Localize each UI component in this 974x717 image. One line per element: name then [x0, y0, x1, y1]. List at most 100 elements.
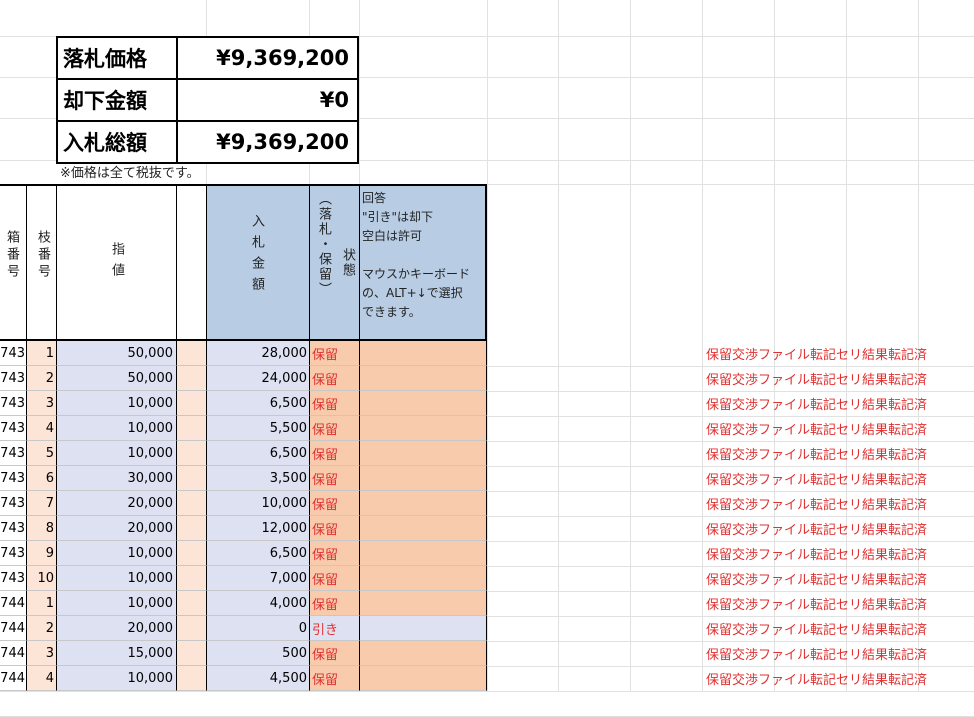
transfer-status-text[interactable]: 保留交渉ファイル転記セリ結果転記済 — [706, 466, 927, 491]
blank-cell[interactable] — [177, 466, 207, 491]
answer-dropdown-cell[interactable] — [360, 341, 487, 366]
box-cell[interactable]: 743 — [0, 491, 27, 516]
header-box-number[interactable]: 箱番号 — [0, 184, 27, 341]
box-cell[interactable]: 744 — [0, 666, 27, 691]
header-blank[interactable] — [177, 184, 207, 341]
limit-price-cell[interactable]: 50,000 — [57, 366, 177, 391]
branch-cell[interactable]: 9 — [27, 541, 57, 566]
table-row[interactable]: 743 5 10,000 6,500 保留 — [0, 441, 487, 466]
limit-price-cell[interactable]: 10,000 — [57, 416, 177, 441]
branch-cell[interactable]: 7 — [27, 491, 57, 516]
table-row[interactable]: 743 9 10,000 6,500 保留 — [0, 541, 487, 566]
answer-dropdown-cell[interactable] — [360, 416, 487, 441]
answer-dropdown-cell[interactable] — [360, 666, 487, 691]
blank-cell[interactable] — [177, 566, 207, 591]
bid-amount-cell[interactable]: 7,000 — [207, 566, 310, 591]
box-cell[interactable]: 743 — [0, 441, 27, 466]
table-row[interactable]: 744 3 15,000 500 保留 — [0, 641, 487, 666]
limit-price-cell[interactable]: 30,000 — [57, 466, 177, 491]
branch-cell[interactable]: 1 — [27, 341, 57, 366]
branch-cell[interactable]: 8 — [27, 516, 57, 541]
branch-cell[interactable]: 3 — [27, 391, 57, 416]
status-cell[interactable]: 保留 — [310, 391, 360, 416]
limit-price-cell[interactable]: 10,000 — [57, 441, 177, 466]
answer-dropdown-cell[interactable] — [360, 366, 487, 391]
header-answer[interactable]: 回答 "引き"は却下 空白は許可 マウスかキーボード の、ALT+↓で選択 でき… — [360, 184, 487, 341]
box-cell[interactable]: 743 — [0, 416, 27, 441]
status-cell[interactable]: 引き — [310, 616, 360, 641]
branch-cell[interactable]: 10 — [27, 566, 57, 591]
status-cell[interactable]: 保留 — [310, 441, 360, 466]
status-cell[interactable]: 保留 — [310, 541, 360, 566]
table-row[interactable]: 743 3 10,000 6,500 保留 — [0, 391, 487, 416]
blank-cell[interactable] — [177, 516, 207, 541]
transfer-status-text[interactable]: 保留交渉ファイル転記セリ結果転記済 — [706, 491, 927, 516]
branch-cell[interactable]: 5 — [27, 441, 57, 466]
branch-cell[interactable]: 1 — [27, 591, 57, 616]
table-row[interactable]: 743 7 20,000 10,000 保留 — [0, 491, 487, 516]
status-cell[interactable]: 保留 — [310, 591, 360, 616]
bid-amount-cell[interactable]: 4,500 — [207, 666, 310, 691]
limit-price-cell[interactable]: 20,000 — [57, 491, 177, 516]
status-cell[interactable]: 保留 — [310, 366, 360, 391]
status-cell[interactable]: 保留 — [310, 416, 360, 441]
bid-amount-cell[interactable]: 3,500 — [207, 466, 310, 491]
limit-price-cell[interactable]: 10,000 — [57, 566, 177, 591]
status-cell[interactable]: 保留 — [310, 641, 360, 666]
box-cell[interactable]: 744 — [0, 641, 27, 666]
transfer-status-text[interactable]: 保留交渉ファイル転記セリ結果転記済 — [706, 516, 927, 541]
bid-amount-cell[interactable]: 12,000 — [207, 516, 310, 541]
table-row[interactable]: 743 6 30,000 3,500 保留 — [0, 466, 487, 491]
transfer-status-text[interactable]: 保留交渉ファイル転記セリ結果転記済 — [706, 641, 927, 666]
bid-amount-cell[interactable]: 6,500 — [207, 441, 310, 466]
status-cell[interactable]: 保留 — [310, 491, 360, 516]
header-branch-number[interactable]: 枝番号 — [27, 184, 57, 341]
box-cell[interactable]: 744 — [0, 591, 27, 616]
box-cell[interactable]: 743 — [0, 341, 27, 366]
status-cell[interactable]: 保留 — [310, 341, 360, 366]
bid-amount-cell[interactable]: 500 — [207, 641, 310, 666]
limit-price-cell[interactable]: 10,000 — [57, 391, 177, 416]
limit-price-cell[interactable]: 20,000 — [57, 616, 177, 641]
status-cell[interactable]: 保留 — [310, 566, 360, 591]
blank-cell[interactable] — [177, 491, 207, 516]
answer-dropdown-cell[interactable] — [360, 441, 487, 466]
box-cell[interactable]: 744 — [0, 616, 27, 641]
table-row[interactable]: 743 4 10,000 5,500 保留 — [0, 416, 487, 441]
box-cell[interactable]: 743 — [0, 366, 27, 391]
limit-price-cell[interactable]: 10,000 — [57, 591, 177, 616]
limit-price-cell[interactable]: 10,000 — [57, 666, 177, 691]
branch-cell[interactable]: 3 — [27, 641, 57, 666]
status-cell[interactable]: 保留 — [310, 466, 360, 491]
branch-cell[interactable]: 4 — [27, 416, 57, 441]
transfer-status-text[interactable]: 保留交渉ファイル転記セリ結果転記済 — [706, 591, 927, 616]
bid-amount-cell[interactable]: 6,500 — [207, 391, 310, 416]
header-limit-price[interactable]: 指値 — [57, 184, 177, 341]
answer-dropdown-cell[interactable] — [360, 566, 487, 591]
transfer-status-text[interactable]: 保留交渉ファイル転記セリ結果転記済 — [706, 566, 927, 591]
box-cell[interactable]: 743 — [0, 516, 27, 541]
limit-price-cell[interactable]: 10,000 — [57, 541, 177, 566]
table-row[interactable]: 744 1 10,000 4,000 保留 — [0, 591, 487, 616]
header-bid-amount[interactable]: 入札金額 — [207, 184, 310, 341]
answer-dropdown-cell[interactable] — [360, 491, 487, 516]
transfer-status-text[interactable]: 保留交渉ファイル転記セリ結果転記済 — [706, 341, 927, 366]
transfer-status-text[interactable]: 保留交渉ファイル転記セリ結果転記済 — [706, 391, 927, 416]
answer-dropdown-cell[interactable] — [360, 591, 487, 616]
blank-cell[interactable] — [177, 616, 207, 641]
header-status[interactable]: （落札・保留） 状態 — [310, 184, 360, 341]
bid-amount-cell[interactable]: 5,500 — [207, 416, 310, 441]
transfer-status-text[interactable]: 保留交渉ファイル転記セリ結果転記済 — [706, 541, 927, 566]
box-cell[interactable]: 743 — [0, 466, 27, 491]
summary-row-winning[interactable]: 落札価格 ¥9,369,200 — [58, 38, 357, 80]
table-row[interactable]: 743 1 50,000 28,000 保留 — [0, 341, 487, 366]
table-row[interactable]: 743 8 20,000 12,000 保留 — [0, 516, 487, 541]
bid-amount-cell[interactable]: 4,000 — [207, 591, 310, 616]
status-cell[interactable]: 保留 — [310, 516, 360, 541]
limit-price-cell[interactable]: 15,000 — [57, 641, 177, 666]
branch-cell[interactable]: 6 — [27, 466, 57, 491]
box-cell[interactable]: 743 — [0, 541, 27, 566]
blank-cell[interactable] — [177, 641, 207, 666]
bid-amount-cell[interactable]: 0 — [207, 616, 310, 641]
limit-price-cell[interactable]: 20,000 — [57, 516, 177, 541]
